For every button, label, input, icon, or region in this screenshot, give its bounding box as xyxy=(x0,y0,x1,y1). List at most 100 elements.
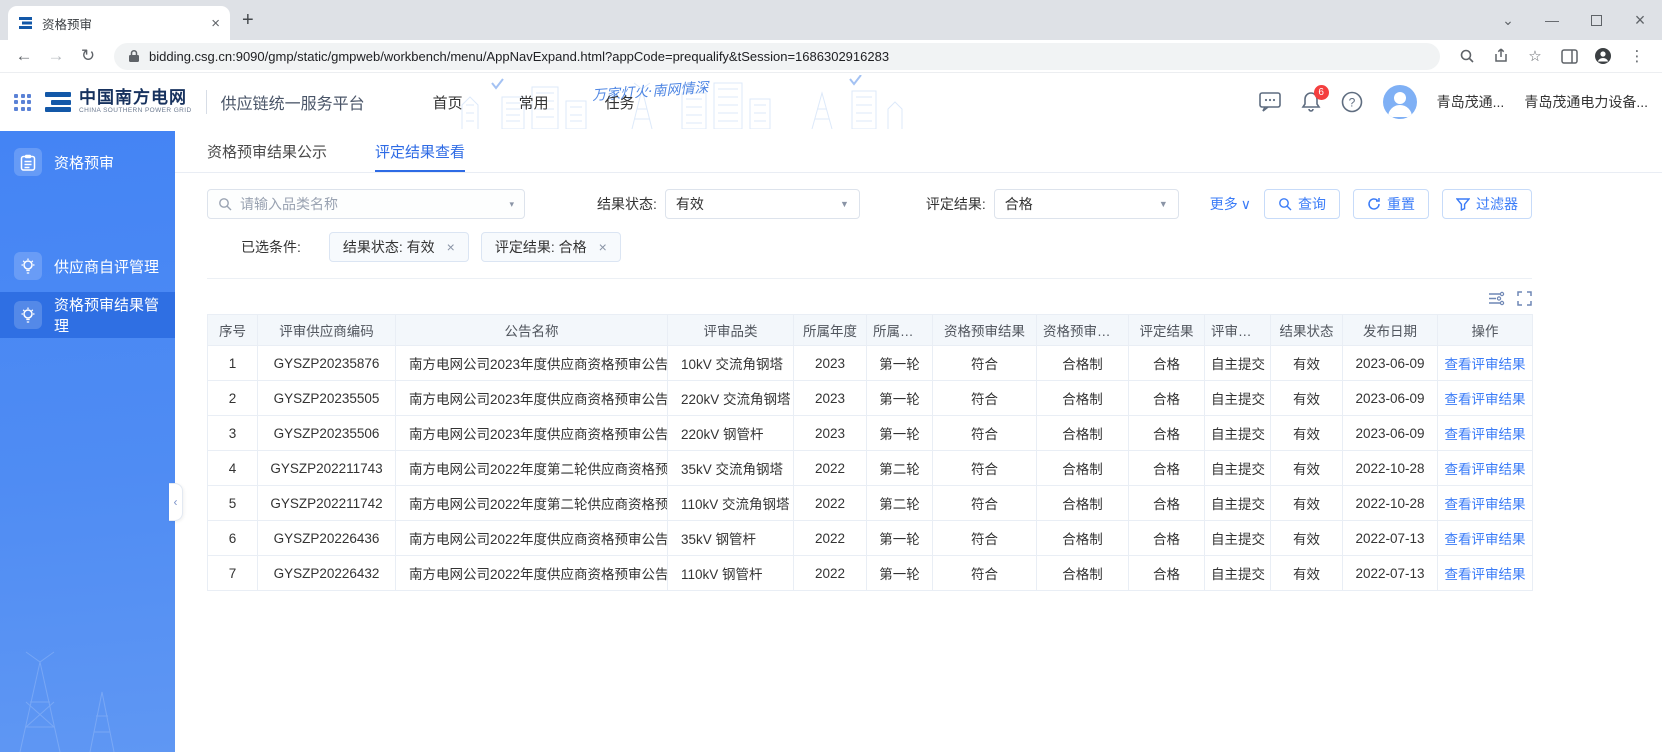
remove-chip-icon[interactable]: × xyxy=(447,239,455,255)
minimize-icon[interactable]: — xyxy=(1530,0,1574,40)
table-toolbar xyxy=(207,291,1532,306)
company-name[interactable]: 青岛茂通电力设备... xyxy=(1524,92,1648,112)
sidebar-tower-decoration xyxy=(19,651,115,752)
table-header-row: 序号 评审供应商编码 公告名称 评审品类 所属年度 所属轮次 资格预审结果 资格… xyxy=(207,314,1533,346)
table-cell: 符合 xyxy=(932,415,1037,451)
browser-tab[interactable]: 资格预审 × xyxy=(8,6,230,40)
zoom-icon[interactable] xyxy=(1452,48,1482,64)
browser-menu-chevron-icon[interactable]: ⌄ xyxy=(1486,0,1530,40)
remove-chip-icon[interactable]: × xyxy=(599,239,607,255)
table-cell: 合格 xyxy=(1128,415,1205,451)
sidebar-item-supplier-self-eval[interactable]: 供应商自评管理 xyxy=(0,243,175,289)
result-status-select[interactable]: 有效 ▼ xyxy=(664,189,860,219)
tab-title: 资格预审 xyxy=(42,17,93,32)
messages-icon[interactable] xyxy=(1258,92,1281,112)
url-text: bidding.csg.cn:9090/gmp/static/gmpweb/wo… xyxy=(149,48,890,64)
condition-chip: 结果状态: 有效 × xyxy=(328,232,469,262)
header-divider xyxy=(205,90,207,114)
query-button[interactable]: 查询 xyxy=(1264,189,1340,219)
filter-button[interactable]: 过滤器 xyxy=(1442,189,1532,219)
eval-result-label: 评定结果: xyxy=(925,196,986,212)
more-filters-link[interactable]: 更多 ∨ xyxy=(1210,194,1251,214)
table-cell: 3 xyxy=(207,415,258,451)
result-status-label: 结果状态: xyxy=(597,196,657,212)
help-icon[interactable]: ? xyxy=(1341,91,1363,113)
nav-item-home[interactable]: 首页 xyxy=(433,92,463,113)
table-cell: 2023-06-09 xyxy=(1342,345,1438,381)
browser-toolbar: ← → ↻ bidding.csg.cn:9090/gmp/static/gmp… xyxy=(0,40,1662,73)
eval-result-select[interactable]: 合格 ▼ xyxy=(993,189,1179,219)
user-name[interactable]: 青岛茂通... xyxy=(1437,92,1505,112)
address-bar[interactable]: bidding.csg.cn:9090/gmp/static/gmpweb/wo… xyxy=(114,42,1440,70)
col-category: 评审品类 xyxy=(667,314,794,346)
share-icon[interactable] xyxy=(1486,48,1516,64)
table-cell: 2023 xyxy=(793,415,867,451)
reset-button[interactable]: 重置 xyxy=(1353,189,1429,219)
sidebar-item-label: 供应商自评管理 xyxy=(54,258,160,276)
table-cell: 合格 xyxy=(1128,485,1205,521)
table-cell: 自主提交 xyxy=(1204,415,1271,451)
table-cell-action: 查看评审结果 xyxy=(1437,415,1533,451)
back-icon[interactable]: ← xyxy=(10,46,38,66)
view-review-result-link[interactable]: 查看评审结果 xyxy=(1445,497,1526,512)
table-cell: GYSZP20226432 xyxy=(257,555,396,591)
view-review-result-link[interactable]: 查看评审结果 xyxy=(1445,427,1526,442)
refresh-icon xyxy=(1368,198,1380,210)
apps-grid-icon[interactable] xyxy=(14,93,31,111)
notifications-bell-icon[interactable]: 6 xyxy=(1301,85,1329,113)
table-cell: 南方电网公司2023年度供应商资格预审公告 xyxy=(395,345,668,381)
table-cell: 35kV 钢管杆 xyxy=(667,520,794,556)
table-cell: 2022-07-13 xyxy=(1342,555,1438,591)
bulb-icon xyxy=(14,301,42,329)
search-icon xyxy=(1279,198,1292,211)
table-cell: 南方电网公司2022年度供应商资格预审公告 xyxy=(395,555,668,591)
nav-item-frequent[interactable]: 常用 xyxy=(519,92,549,113)
fullscreen-icon[interactable] xyxy=(1517,291,1532,306)
platform-title: 供应链统一服务平台 xyxy=(220,96,365,113)
sidebar-item-prequalification-results[interactable]: 资格预审结果管理 xyxy=(0,292,175,338)
selected-conditions: 已选条件: 结果状态: 有效 × 评定结果: 合格 × xyxy=(207,232,1630,262)
view-review-result-link[interactable]: 查看评审结果 xyxy=(1445,462,1526,477)
view-review-result-link[interactable]: 查看评审结果 xyxy=(1445,532,1526,547)
sidebar-collapse-icon[interactable]: ‹ xyxy=(169,483,183,521)
col-year: 所属年度 xyxy=(793,314,867,346)
view-review-result-link[interactable]: 查看评审结果 xyxy=(1445,392,1526,407)
app-header: 中国南方电网 CHINA SOUTHERN POWER GRID 供应链统一服务… xyxy=(0,73,1662,131)
filter-bar: 请输入品类名称 ▾ 结果状态: 有效 ▼ 评定结果: 合格 ▼ 更多 ∨ 查询 … xyxy=(207,189,1532,219)
table-cell: 自主提交 xyxy=(1204,450,1271,486)
table-cell: 第一轮 xyxy=(866,555,933,591)
page-tabs: 资格预审结果公示 评定结果查看 xyxy=(175,131,1662,173)
view-review-result-link[interactable]: 查看评审结果 xyxy=(1445,357,1526,372)
reload-icon[interactable]: ↻ xyxy=(74,46,102,66)
table-cell: 南方电网公司2022年度第二轮供应商资格预审公... xyxy=(395,450,668,486)
sidebar-item-prequalification[interactable]: 资格预审 xyxy=(0,139,175,185)
tab-close-icon[interactable]: × xyxy=(211,15,220,32)
forward-icon[interactable]: → xyxy=(42,46,70,66)
user-avatar[interactable] xyxy=(1382,85,1417,119)
view-review-result-link[interactable]: 查看评审结果 xyxy=(1445,567,1526,582)
tab-evaluation-result-view[interactable]: 评定结果查看 xyxy=(375,131,466,172)
table-cell: 自主提交 xyxy=(1204,485,1271,521)
chevron-down-icon: ∨ xyxy=(1240,195,1251,212)
tab-result-publicity[interactable]: 资格预审结果公示 xyxy=(207,131,327,172)
table-cell: 110kV 交流角钢塔 xyxy=(667,485,794,521)
nav-item-tasks[interactable]: 任务 xyxy=(605,92,635,113)
col-action: 操作 xyxy=(1437,314,1533,346)
table-cell: 第一轮 xyxy=(866,345,933,381)
maximize-icon[interactable] xyxy=(1574,0,1618,40)
profile-icon[interactable] xyxy=(1588,47,1618,65)
new-tab-icon[interactable]: + xyxy=(242,9,254,32)
clipboard-icon xyxy=(14,148,42,176)
column-settings-icon[interactable] xyxy=(1488,291,1505,306)
table-cell: 南方电网公司2022年度供应商资格预审公告 xyxy=(395,520,668,556)
table-cell: 2023 xyxy=(793,345,867,381)
close-window-icon[interactable]: × xyxy=(1618,0,1662,40)
table-cell: 6 xyxy=(207,520,258,556)
table-row: 7 GYSZP20226432 南方电网公司2022年度供应商资格预审公告 110kV… xyxy=(207,555,1533,591)
browser-kebab-menu-icon[interactable]: ⋮ xyxy=(1622,47,1652,65)
side-panel-icon[interactable] xyxy=(1554,48,1584,64)
category-search-input[interactable]: 请输入品类名称 ▾ xyxy=(207,189,525,219)
bookmark-star-icon[interactable]: ☆ xyxy=(1520,47,1550,65)
table-row: 6 GYSZP20226436 南方电网公司2022年度供应商资格预审公告 35kV … xyxy=(207,520,1533,556)
table-cell: 符合 xyxy=(932,345,1037,381)
